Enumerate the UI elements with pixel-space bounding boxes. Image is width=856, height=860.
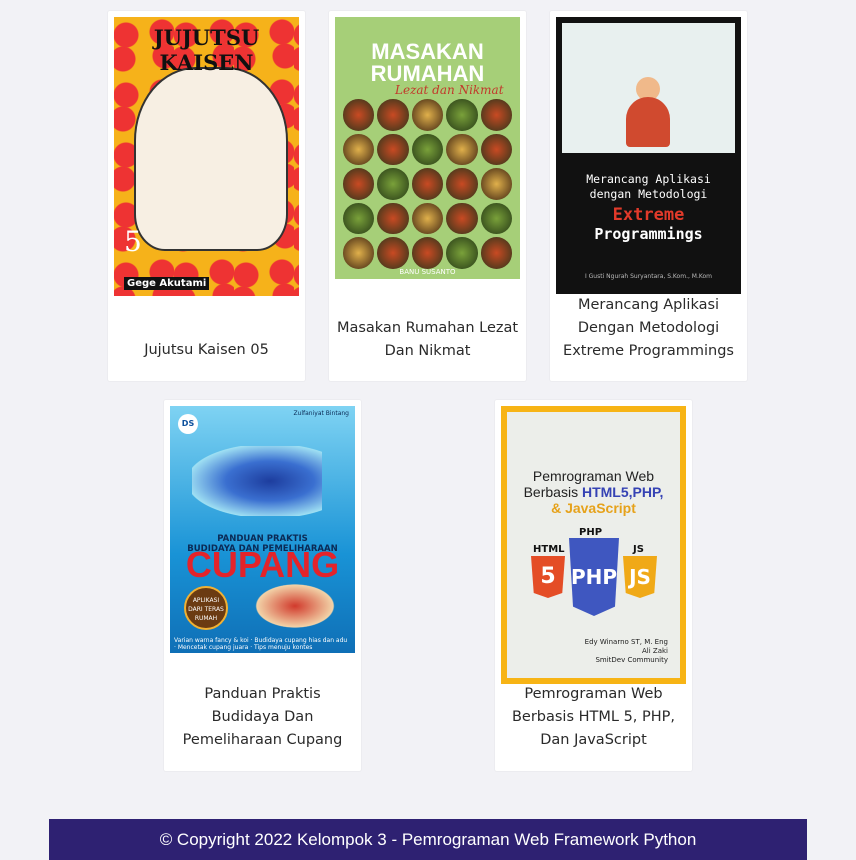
cover-title: Merancang Aplikasi dengan Metodologi [556, 172, 741, 202]
book-title[interactable]: Jujutsu Kaisen 05 [108, 339, 305, 362]
cover-title-line1: Merancang Aplikasi [586, 172, 711, 186]
book-cover-image[interactable]: MASAKAN RUMAHAN Lezat dan Nikmat BANU SU… [335, 17, 520, 279]
book-card[interactable]: Merancang Aplikasi dengan Metodologi Ext… [550, 11, 747, 381]
html-label: HTML [533, 544, 565, 555]
book-cover-image[interactable]: Pemrograman Web Berbasis HTML5,PHP, & Ja… [501, 406, 686, 684]
cover-badge: APLIKASI DARI TERAS RUMAH [184, 586, 228, 630]
cover-author: Gege Akutami [124, 277, 210, 290]
book-cover-image[interactable]: Merancang Aplikasi dengan Metodologi Ext… [556, 17, 741, 294]
cover-authors: Edy Winarno ST, M. Eng Ali Zaki SmitDev … [585, 638, 668, 665]
cover-author-2: Ali Zaki [642, 647, 668, 655]
book-title[interactable]: Pemrograman Web Berbasis HTML 5, PHP, Da… [509, 683, 678, 752]
cover-person [626, 97, 670, 147]
copyright-text: © Copyright 2022 Kelompok 3 - Pemrograma… [159, 829, 697, 849]
js-label: JS [633, 544, 644, 555]
book-title[interactable]: Masakan Rumahan Lezat Dan Nikmat [335, 317, 520, 363]
cover-title-line1: Pemrograman Web [532, 468, 655, 484]
cover-title-line4: Programmings [594, 225, 703, 243]
html5-icon: 5 [531, 556, 565, 598]
cover-fish-illustration [192, 446, 322, 516]
cover-subtitle: Lezat dan Nikmat [395, 83, 504, 97]
book-cover-image[interactable]: DS Zulfaniyat Bintang PANDUAN PRAKTIS BU… [170, 406, 355, 653]
book-card[interactable]: MASAKAN RUMAHAN Lezat dan Nikmat BANU SU… [329, 11, 526, 381]
book-cover-image[interactable]: JUJUTSU KAISEN 5 Gege Akutami [114, 17, 299, 296]
cover-author-1: Edy Winarno ST, M. Eng [584, 638, 668, 646]
cover-title: CUPANG [185, 544, 340, 585]
cover-food-photos [343, 99, 512, 269]
page-footer: © Copyright 2022 Kelompok 3 - Pemrograma… [49, 819, 807, 860]
book-title[interactable]: Panduan Praktis Budidaya Dan Pemeliharaa… [178, 683, 347, 752]
php-label: PHP [579, 527, 603, 538]
cover-publisher: Zulfaniyat Bintang [293, 410, 349, 417]
cover-logo: JUJUTSU KAISEN [153, 25, 260, 75]
cover-author-3: SmitDev Community [595, 656, 668, 664]
cover-subtitle-line1: PANDUAN PRAKTIS [217, 534, 308, 544]
book-card[interactable]: JUJUTSU KAISEN 5 Gege Akutami Jujutsu Ka… [108, 11, 305, 381]
cover-title-line2-prefix: Berbasis [523, 484, 579, 500]
cover-title: Pemrograman Web Berbasis HTML5,PHP, & Ja… [501, 468, 686, 516]
book-card[interactable]: DS Zulfaniyat Bintang PANDUAN PRAKTIS BU… [164, 400, 361, 771]
cover-title-line3: & JavaScript [551, 500, 636, 516]
cover-title-line2-tech: HTML5,PHP, [581, 484, 664, 500]
cover-author: BANU SUSANTO [399, 268, 456, 276]
cover-illustration [134, 67, 288, 251]
cover-author: I Gusti Ngurah Suryantara, S.Kom., M.Kom [584, 273, 713, 280]
cover-title-line2: dengan Metodologi [589, 187, 708, 201]
cover-title-line3: Extreme [612, 205, 685, 225]
cover-title-line2: Berbasis HTML5,PHP, [501, 484, 686, 500]
book-title[interactable]: Merancang Aplikasi Dengan Metodologi Ext… [558, 294, 739, 363]
book-card[interactable]: Pemrograman Web Berbasis HTML5,PHP, & Ja… [495, 400, 692, 771]
cover-footer-text: Varian warna fancy & koi · Budidaya cupa… [174, 637, 348, 651]
publisher-logo: DS [178, 414, 198, 434]
cover-fish-illustration-2 [250, 581, 340, 631]
php-icon: PHP [569, 538, 619, 616]
javascript-icon: JS [623, 556, 657, 598]
cover-volume: 5 [124, 225, 142, 258]
